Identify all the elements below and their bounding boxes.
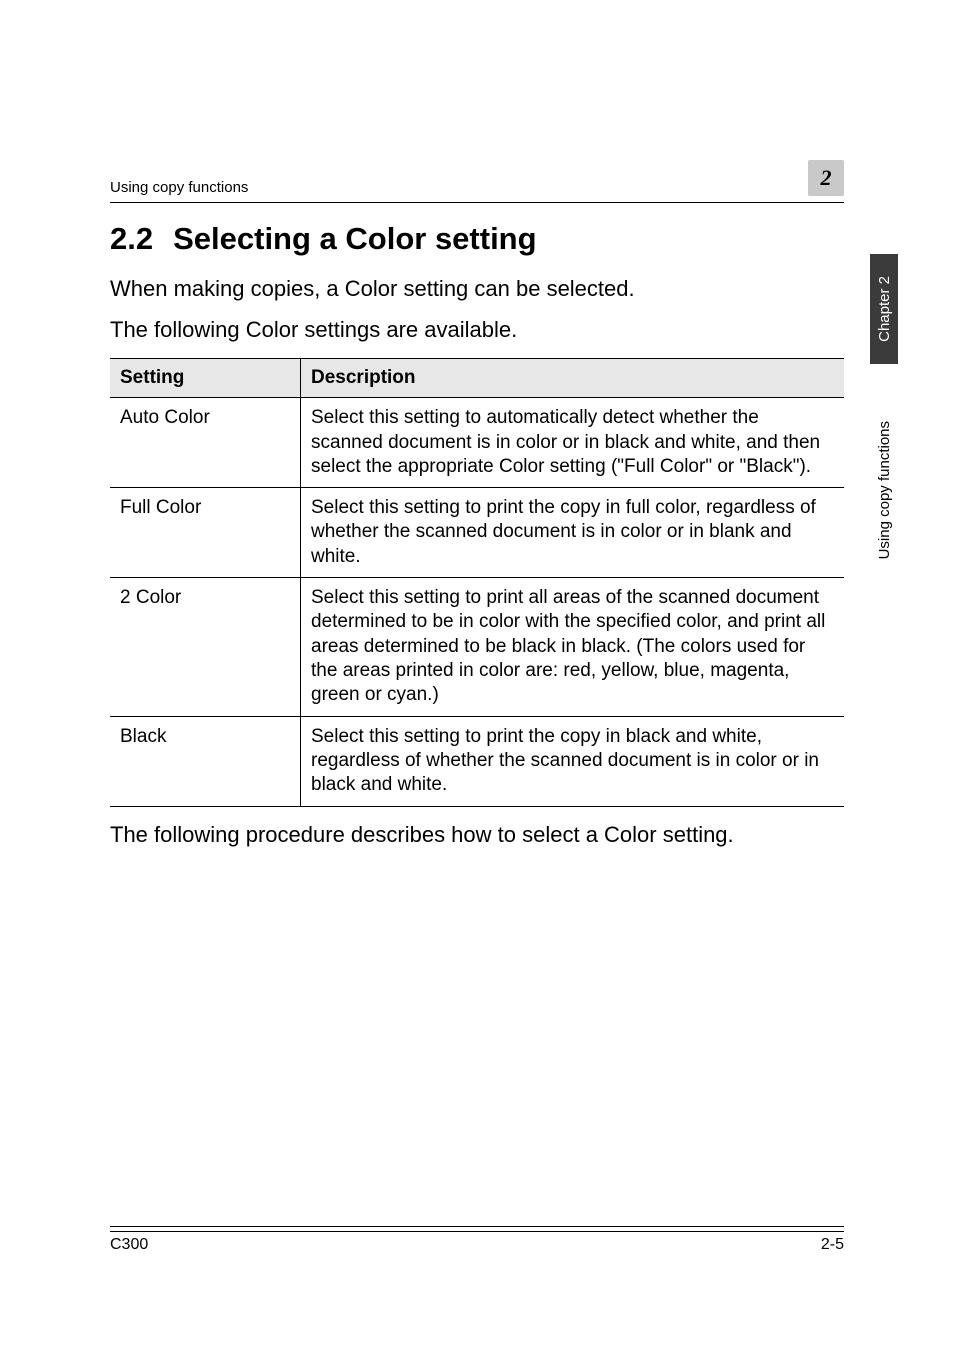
side-tab-chapter-label: Chapter 2 bbox=[872, 266, 897, 352]
table-cell-description: Select this setting to print all areas o… bbox=[301, 578, 845, 717]
table-row: 2 Color Select this setting to print all… bbox=[110, 578, 844, 717]
table-row: Full Color Select this setting to print … bbox=[110, 488, 844, 578]
table-header-setting: Setting bbox=[110, 359, 301, 398]
intro-paragraph-2: The following Color settings are availab… bbox=[110, 316, 844, 345]
section-title-text: Selecting a Color setting bbox=[173, 221, 536, 256]
table-row: Auto Color Select this setting to automa… bbox=[110, 398, 844, 488]
running-head: Using copy functions 2 bbox=[110, 160, 844, 203]
table-header-row: Setting Description bbox=[110, 359, 844, 398]
side-tab-section: Using copy functions bbox=[870, 380, 898, 600]
footer-left: C300 bbox=[110, 1236, 148, 1254]
table-cell-description: Select this setting to print the copy in… bbox=[301, 716, 845, 806]
table-cell-setting: 2 Color bbox=[110, 578, 301, 717]
table-cell-setting: Full Color bbox=[110, 488, 301, 578]
after-table-paragraph: The following procedure describes how to… bbox=[110, 821, 844, 850]
intro-paragraph-1: When making copies, a Color setting can … bbox=[110, 275, 844, 304]
section-heading: 2.2 Selecting a Color setting bbox=[110, 221, 844, 257]
running-head-left: Using copy functions bbox=[110, 179, 248, 196]
side-tab-chapter: Chapter 2 bbox=[870, 254, 898, 364]
footer-rule bbox=[110, 1226, 844, 1227]
page-container: Using copy functions 2 2.2 Selecting a Co… bbox=[0, 0, 954, 1350]
side-tab-section-label: Using copy functions bbox=[872, 411, 897, 569]
table-cell-setting: Black bbox=[110, 716, 301, 806]
page-footer: C300 2-5 bbox=[110, 1231, 844, 1254]
settings-table: Setting Description Auto Color Select th… bbox=[110, 358, 844, 806]
table-cell-description: Select this setting to automatically det… bbox=[301, 398, 845, 488]
table-header-description: Description bbox=[301, 359, 845, 398]
table-cell-setting: Auto Color bbox=[110, 398, 301, 488]
chapter-number-box: 2 bbox=[808, 160, 844, 196]
table-cell-description: Select this setting to print the copy in… bbox=[301, 488, 845, 578]
section-number: 2.2 bbox=[110, 221, 153, 256]
table-row: Black Select this setting to print the c… bbox=[110, 716, 844, 806]
footer-right: 2-5 bbox=[821, 1236, 844, 1254]
